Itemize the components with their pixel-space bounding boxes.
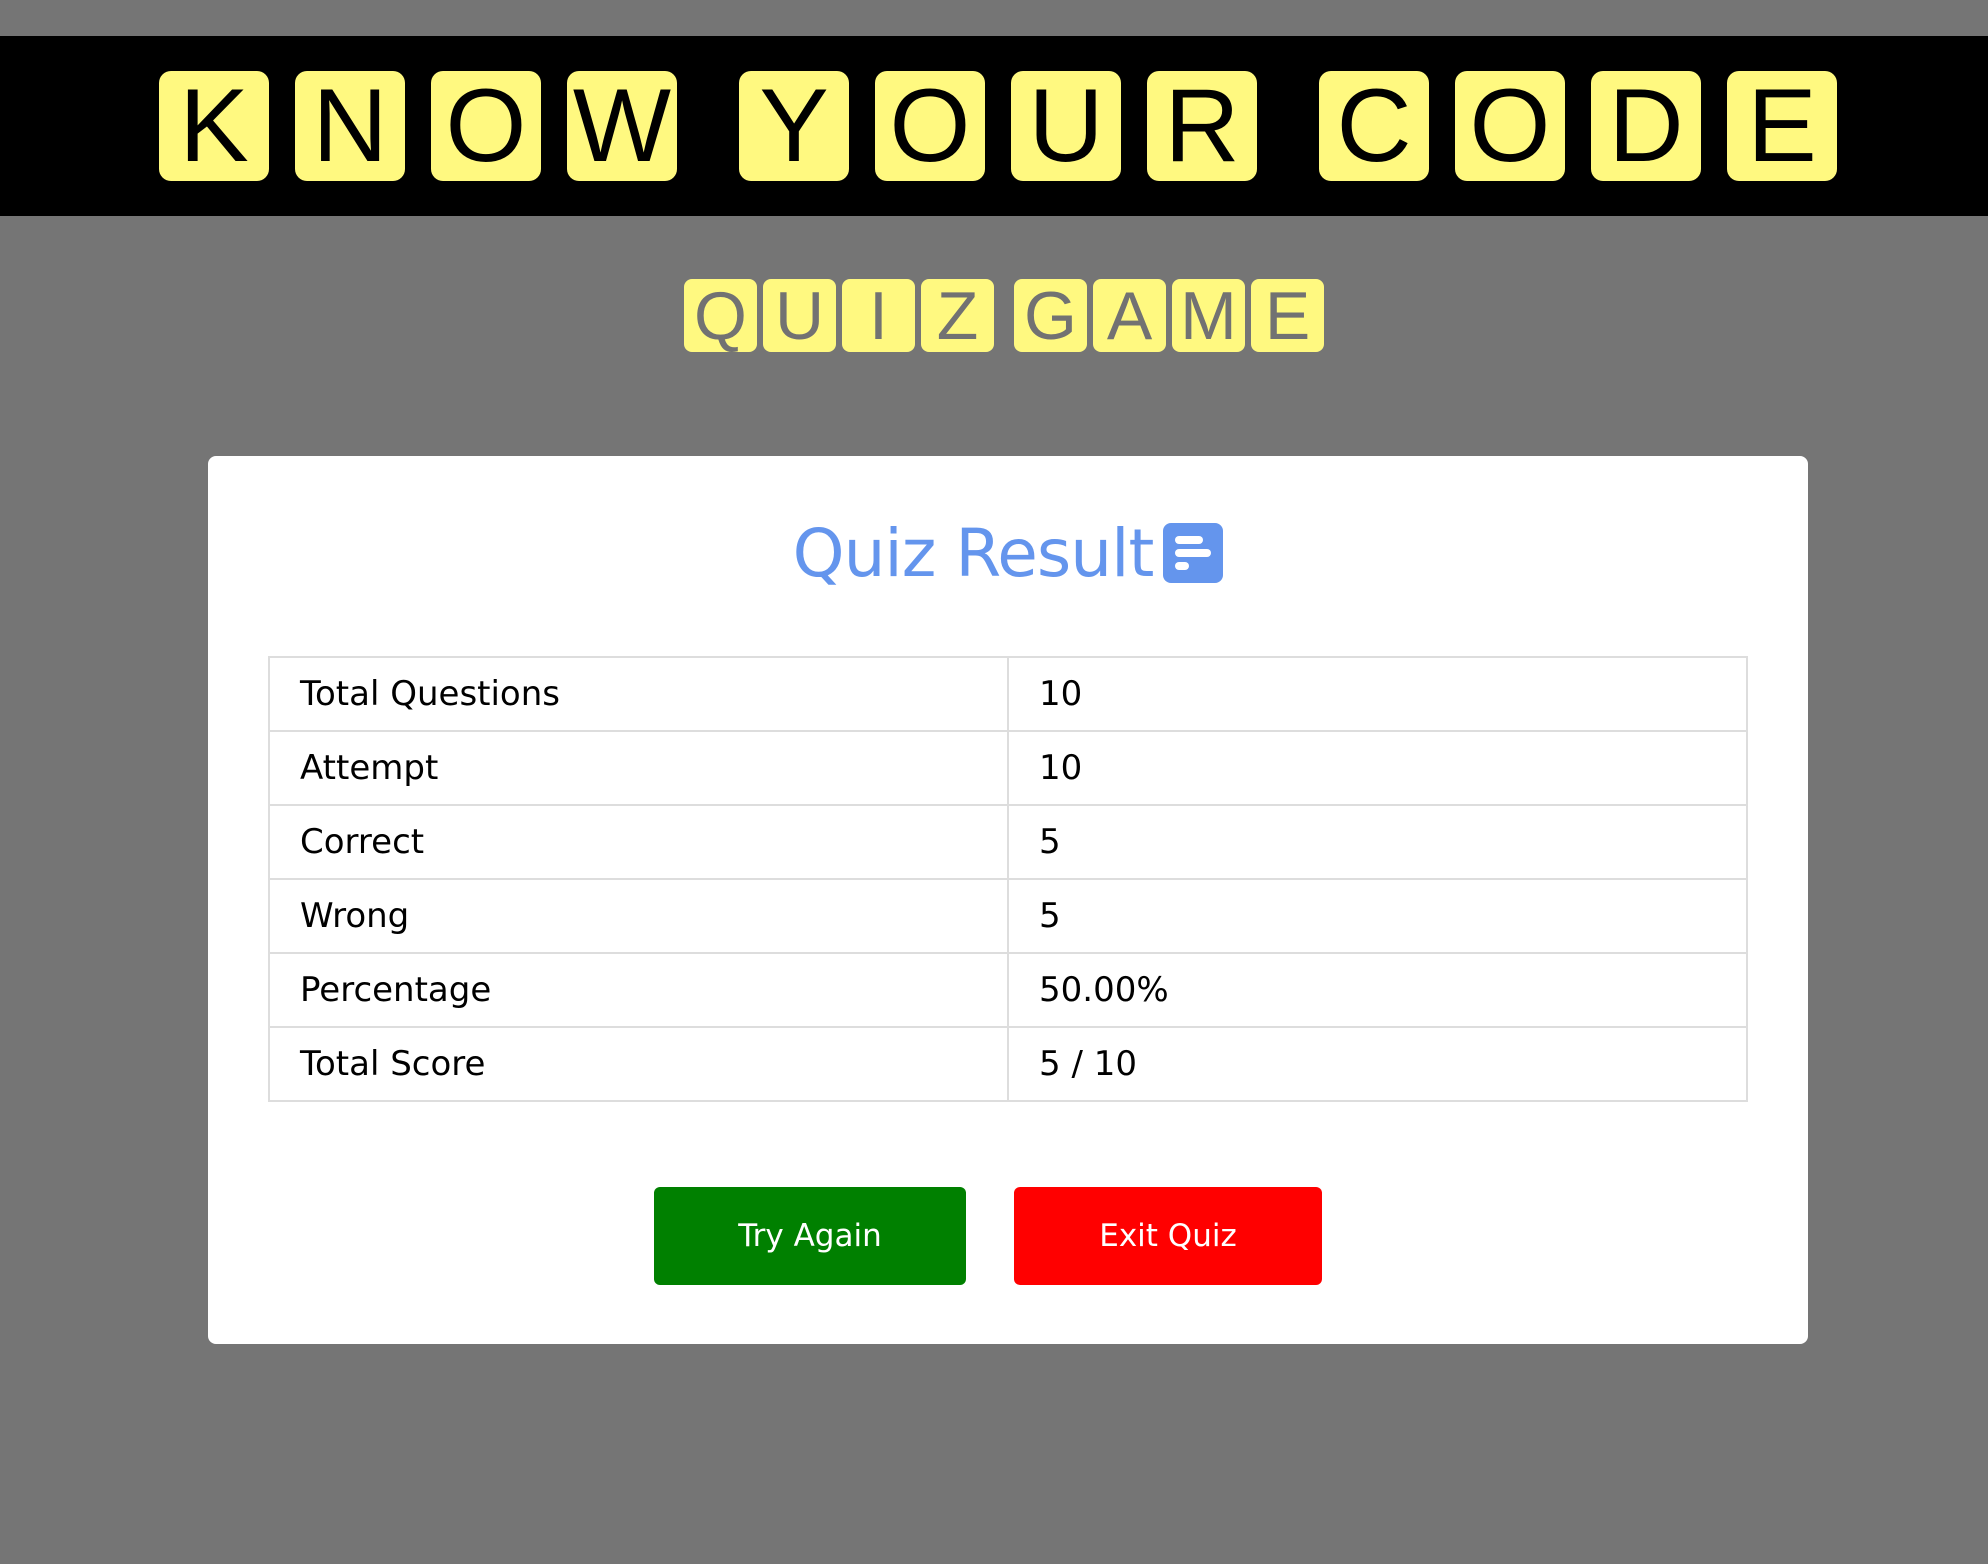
title-letter-tile: O <box>431 68 541 184</box>
table-row: Total Questions 10 <box>268 656 1748 732</box>
table-row: Wrong 5 <box>268 878 1748 954</box>
subtitle-letter-tile: A <box>1093 278 1166 354</box>
row-label: Total Questions <box>268 656 1009 732</box>
title-letter-tile: C <box>1319 68 1429 184</box>
title-letter-tile: K <box>159 68 269 184</box>
row-value: 5 <box>1007 804 1748 880</box>
title-letter-tile: D <box>1591 68 1701 184</box>
title-letter-tile: R <box>1147 68 1257 184</box>
row-label: Attempt <box>268 730 1009 806</box>
result-card: Quiz Result Total Questions 10 Attempt 1… <box>208 456 1808 1344</box>
subtitle-letter-tile: Q <box>684 278 757 354</box>
title-letter-tile: W <box>567 68 677 184</box>
chart-bars-icon <box>1163 522 1224 583</box>
title-letter-tile: O <box>875 68 985 184</box>
result-title: Quiz Result <box>792 515 1155 592</box>
table-row: Attempt 10 <box>268 730 1748 806</box>
subtitle-letter-tile: Z <box>921 278 994 354</box>
result-heading: Quiz Result <box>208 514 1808 593</box>
subtitle-letter-tile: U <box>763 278 836 354</box>
row-label: Percentage <box>268 952 1009 1028</box>
exit-quiz-button[interactable]: Exit Quiz <box>1014 1187 1322 1285</box>
row-label: Correct <box>268 804 1009 880</box>
result-table: Total Questions 10 Attempt 10 Correct 5 … <box>268 656 1748 1102</box>
row-label: Wrong <box>268 878 1009 954</box>
table-row: Correct 5 <box>268 804 1748 880</box>
row-label: Total Score <box>268 1026 1009 1102</box>
title-letter-tile: O <box>1455 68 1565 184</box>
row-value: 10 <box>1007 656 1748 732</box>
subtitle-letter-tile: E <box>1251 278 1324 354</box>
row-value: 5 / 10 <box>1007 1026 1748 1102</box>
row-value: 10 <box>1007 730 1748 806</box>
try-again-button[interactable]: Try Again <box>654 1187 966 1285</box>
app-subtitle: Q U I Z G A M E <box>684 278 1324 354</box>
title-letter-tile: Y <box>739 68 849 184</box>
subtitle-letter-tile: M <box>1172 278 1245 354</box>
title-letter-tile: U <box>1011 68 1121 184</box>
table-row: Percentage 50.00% <box>268 952 1748 1028</box>
subtitle-letter-tile: I <box>842 278 915 354</box>
row-value: 50.00% <box>1007 952 1748 1028</box>
title-letter-tile: E <box>1727 68 1837 184</box>
row-value: 5 <box>1007 878 1748 954</box>
subtitle-letter-tile: G <box>1014 278 1087 354</box>
table-row: Total Score 5 / 10 <box>268 1026 1748 1102</box>
app-title: K N O W Y O U R C O D E <box>159 68 1837 184</box>
title-letter-tile: N <box>295 68 405 184</box>
